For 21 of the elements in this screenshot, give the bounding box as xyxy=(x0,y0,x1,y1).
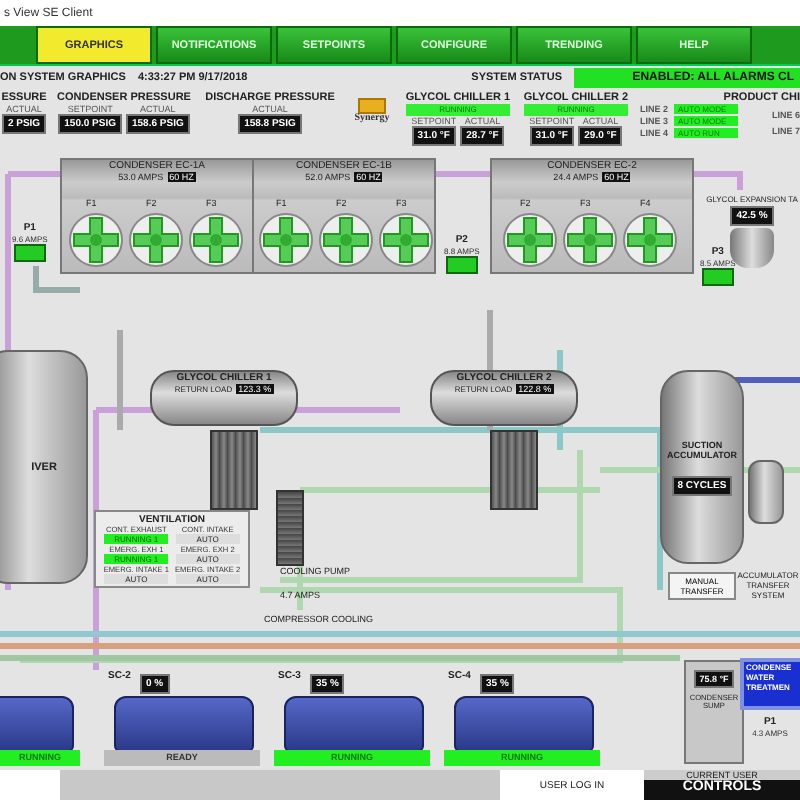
tank-drawing xyxy=(748,460,784,524)
compressor-drawing xyxy=(114,696,254,752)
compressor-drawing xyxy=(454,696,594,752)
fan-icon[interactable] xyxy=(622,212,678,268)
pump-icon[interactable] xyxy=(445,256,478,274)
fan-icon[interactable] xyxy=(68,212,124,268)
fan-icon[interactable] xyxy=(378,212,434,268)
fan-icon[interactable] xyxy=(318,212,374,268)
fan-icon[interactable] xyxy=(128,212,184,268)
fan-icon[interactable] xyxy=(258,212,314,268)
fan-icon[interactable] xyxy=(502,212,558,268)
pump-icon[interactable] xyxy=(13,244,46,262)
cooling-pump-drawing xyxy=(276,490,304,566)
flag-icon xyxy=(358,98,386,114)
pump-icon[interactable] xyxy=(701,268,734,286)
heat-exchanger-drawing xyxy=(210,430,258,510)
fan-icon[interactable] xyxy=(188,212,244,268)
pipe xyxy=(33,266,80,293)
fan-icon[interactable] xyxy=(562,212,618,268)
heat-exchanger-drawing xyxy=(490,430,538,510)
compressor-drawing xyxy=(284,696,424,752)
